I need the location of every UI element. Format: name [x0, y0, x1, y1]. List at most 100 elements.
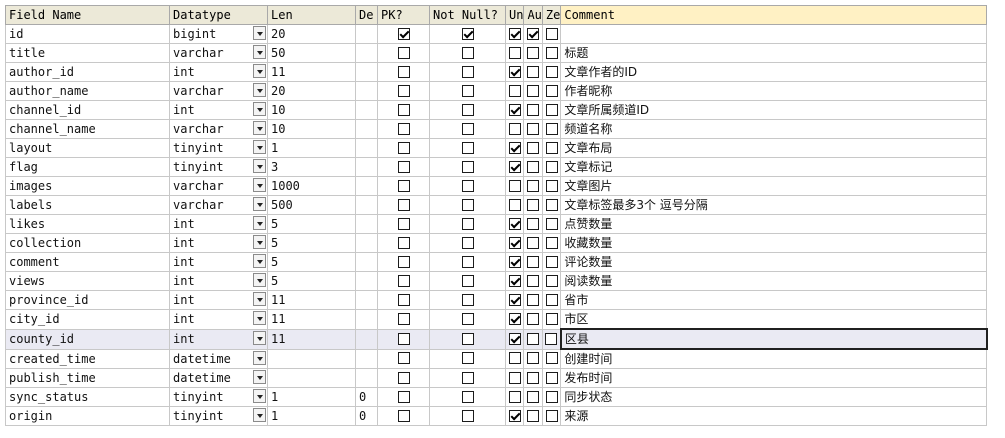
field-name-cell[interactable]: comment	[5, 252, 170, 272]
table-row[interactable]: sync_status tinyint 1 0 同步状态	[5, 387, 988, 407]
table-row[interactable]: city_id int 11 市区	[5, 309, 988, 330]
unsigned-checkbox[interactable]	[508, 84, 521, 97]
default-cell[interactable]	[355, 100, 378, 120]
default-cell[interactable]	[355, 233, 378, 253]
auto-increment-checkbox[interactable]	[527, 293, 540, 306]
comment-cell[interactable]: 文章布局	[560, 138, 988, 158]
primary-key-cell[interactable]	[377, 309, 430, 330]
not-null-checkbox[interactable]	[461, 46, 474, 59]
auto-increment-checkbox[interactable]	[527, 160, 540, 173]
datatype-cell[interactable]: int	[169, 252, 268, 272]
header-len[interactable]: Len	[267, 5, 356, 25]
field-name-cell[interactable]: publish_time	[5, 368, 170, 388]
zerofill-cell[interactable]	[541, 309, 562, 330]
zerofill-checkbox[interactable]	[545, 141, 558, 154]
not-null-cell[interactable]	[429, 233, 506, 253]
auto-increment-checkbox[interactable]	[527, 84, 540, 97]
primary-key-checkbox[interactable]	[397, 293, 410, 306]
primary-key-checkbox[interactable]	[397, 103, 410, 116]
unsigned-cell[interactable]	[504, 348, 525, 369]
primary-key-cell[interactable]	[377, 157, 430, 177]
comment-cell[interactable]: 标题	[560, 43, 988, 63]
unsigned-cell[interactable]	[504, 368, 525, 388]
chevron-down-icon[interactable]	[253, 216, 266, 230]
zerofill-checkbox[interactable]	[545, 409, 558, 422]
header-auto-increment[interactable]: Au	[523, 5, 543, 25]
unsigned-cell[interactable]	[504, 62, 525, 82]
not-null-checkbox[interactable]	[461, 255, 474, 268]
chevron-down-icon[interactable]	[253, 330, 266, 345]
auto-increment-cell[interactable]	[523, 328, 543, 350]
length-cell[interactable]: 11	[267, 309, 356, 330]
field-name-cell[interactable]: author_id	[5, 62, 170, 82]
auto-increment-cell[interactable]	[523, 214, 543, 234]
auto-increment-checkbox[interactable]	[527, 198, 540, 211]
comment-cell[interactable]: 文章图片	[560, 176, 988, 196]
primary-key-checkbox[interactable]	[397, 65, 410, 78]
auto-increment-cell[interactable]	[523, 387, 543, 407]
length-cell[interactable]: 1	[267, 387, 356, 407]
table-row[interactable]: labels varchar 500 文章标签最多3个 逗号分隔	[5, 195, 988, 215]
field-name-cell[interactable]: likes	[5, 214, 170, 234]
primary-key-cell[interactable]	[377, 214, 430, 234]
table-row[interactable]: channel_id int 10 文章所属频道ID	[5, 100, 988, 120]
default-cell[interactable]	[355, 62, 378, 82]
header-pk[interactable]: PK?	[377, 5, 430, 25]
primary-key-cell[interactable]	[377, 62, 430, 82]
unsigned-checkbox[interactable]	[508, 409, 521, 422]
zerofill-cell[interactable]	[541, 387, 562, 407]
not-null-checkbox[interactable]	[461, 409, 474, 422]
auto-increment-checkbox[interactable]	[527, 27, 540, 40]
not-null-checkbox[interactable]	[461, 352, 474, 365]
header-comment[interactable]: Comment	[560, 5, 988, 25]
chevron-down-icon[interactable]	[253, 83, 266, 97]
zerofill-checkbox[interactable]	[545, 179, 558, 192]
not-null-checkbox[interactable]	[461, 217, 474, 230]
auto-increment-cell[interactable]	[523, 62, 543, 82]
auto-increment-cell[interactable]	[523, 368, 543, 388]
table-row[interactable]: id bigint 20	[5, 24, 988, 44]
length-cell[interactable]: 5	[267, 214, 356, 234]
comment-cell[interactable]: 评论数量	[560, 252, 988, 272]
length-cell[interactable]: 5	[267, 271, 356, 291]
comment-cell[interactable]: 文章标记	[560, 157, 988, 177]
datatype-cell[interactable]: datetime	[169, 348, 268, 369]
datatype-cell[interactable]: int	[169, 271, 268, 291]
unsigned-cell[interactable]	[504, 271, 525, 291]
table-row[interactable]: title varchar 50 标题	[5, 43, 988, 63]
default-cell[interactable]	[355, 252, 378, 272]
comment-cell[interactable]: 文章所属频道ID	[560, 100, 988, 120]
primary-key-cell[interactable]	[377, 387, 430, 407]
datatype-cell[interactable]: int	[169, 214, 268, 234]
field-name-cell[interactable]: county_id	[5, 328, 170, 350]
primary-key-cell[interactable]	[377, 43, 430, 63]
zerofill-cell[interactable]	[541, 214, 562, 234]
auto-increment-checkbox[interactable]	[527, 312, 540, 325]
chevron-down-icon[interactable]	[253, 254, 266, 268]
zerofill-checkbox[interactable]	[545, 84, 558, 97]
unsigned-checkbox[interactable]	[508, 312, 521, 325]
field-name-cell[interactable]: views	[5, 271, 170, 291]
primary-key-cell[interactable]	[377, 348, 430, 369]
primary-key-cell[interactable]	[377, 24, 430, 44]
comment-cell[interactable]: 发布时间	[560, 368, 988, 388]
not-null-checkbox[interactable]	[461, 84, 474, 97]
comment-cell[interactable]: 阅读数量	[560, 271, 988, 291]
unsigned-checkbox[interactable]	[508, 27, 521, 40]
zerofill-cell[interactable]	[541, 138, 562, 158]
auto-increment-cell[interactable]	[523, 406, 543, 426]
length-cell[interactable]: 20	[267, 24, 356, 44]
zerofill-cell[interactable]	[541, 348, 562, 369]
unsigned-cell[interactable]	[504, 328, 525, 350]
zerofill-checkbox[interactable]	[545, 332, 558, 345]
table-row[interactable]: flag tinyint 3 文章标记	[5, 157, 988, 177]
chevron-down-icon[interactable]	[253, 64, 266, 78]
zerofill-checkbox[interactable]	[545, 390, 558, 403]
datatype-cell[interactable]: int	[169, 309, 268, 330]
table-row[interactable]: channel_name varchar 10 频道名称	[5, 119, 988, 139]
default-cell[interactable]	[355, 271, 378, 291]
zerofill-cell[interactable]	[541, 290, 562, 310]
auto-increment-cell[interactable]	[523, 195, 543, 215]
field-name-cell[interactable]: flag	[5, 157, 170, 177]
zerofill-cell[interactable]	[541, 176, 562, 196]
